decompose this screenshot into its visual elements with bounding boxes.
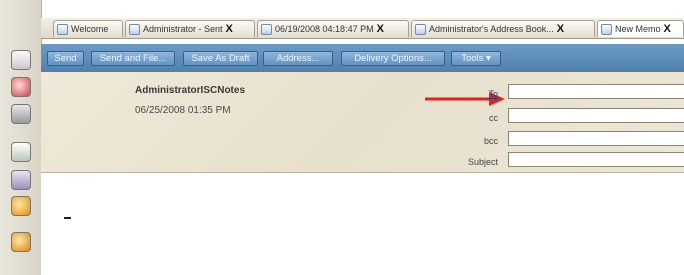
action-bar: Send Send and File... Save As Draft Addr…: [41, 44, 684, 72]
address-book-icon[interactable]: [11, 104, 31, 124]
tab-label: Welcome: [71, 24, 109, 34]
subject-field[interactable]: [508, 152, 684, 167]
tab-welcome[interactable]: Welcome: [53, 20, 123, 37]
to-field[interactable]: [508, 84, 684, 99]
sender-name: AdministratorISCNotes: [135, 85, 246, 96]
close-icon[interactable]: X: [377, 23, 384, 35]
tab-address-book[interactable]: Administrator's Address Book... X: [411, 20, 595, 37]
to-label[interactable]: To: [438, 89, 498, 99]
document-icon: [261, 23, 272, 35]
tab-new-memo[interactable]: New Memo X: [597, 20, 684, 37]
cc-label: cc: [489, 113, 498, 123]
calendar-icon[interactable]: [11, 77, 31, 97]
close-icon[interactable]: X: [557, 23, 564, 35]
tab-label: Administrator's Address Book...: [429, 24, 554, 34]
tab-label: New Memo: [615, 24, 661, 34]
send-button[interactable]: Send: [47, 51, 84, 66]
database-icon[interactable]: [11, 232, 31, 252]
tools-menu-button[interactable]: Tools ▾: [451, 51, 501, 66]
address-book-icon: [415, 23, 426, 35]
todo-icon[interactable]: [11, 142, 31, 162]
tab-label: Administrator - Sent: [143, 24, 223, 34]
replicator-icon[interactable]: [11, 170, 31, 190]
tab-document[interactable]: 06/19/2008 04:18:47 PM X: [257, 20, 409, 37]
memo-body[interactable]: [41, 173, 684, 275]
memo-icon: [601, 23, 612, 35]
text-cursor: [64, 217, 71, 219]
memo-header: AdministratorISCNotes 06/25/2008 01:35 P…: [41, 72, 684, 173]
save-as-draft-button[interactable]: Save As Draft: [183, 51, 258, 66]
mail-icon[interactable]: [11, 50, 31, 70]
cc-field[interactable]: [508, 108, 684, 123]
delivery-options-button[interactable]: Delivery Options...: [341, 51, 445, 66]
home-icon: [57, 23, 68, 35]
tab-strip: Welcome Administrator - Sent X 06/19/200…: [41, 18, 684, 39]
tab-sent[interactable]: Administrator - Sent X: [125, 20, 255, 37]
view-icon: [129, 23, 140, 35]
bcc-field[interactable]: [508, 131, 684, 146]
close-icon[interactable]: X: [664, 23, 671, 35]
subject-label: Subject: [467, 157, 498, 167]
bookmark-rail: [0, 0, 42, 275]
memo-date: 06/25/2008 01:35 PM: [135, 105, 231, 116]
tab-label: 06/19/2008 04:18:47 PM: [275, 24, 374, 34]
schedule-icon[interactable]: [11, 196, 31, 216]
send-and-file-button[interactable]: Send and File...: [91, 51, 175, 66]
bcc-label: bcc: [483, 136, 498, 146]
close-icon[interactable]: X: [226, 23, 233, 35]
address-button[interactable]: Address...: [263, 51, 333, 66]
